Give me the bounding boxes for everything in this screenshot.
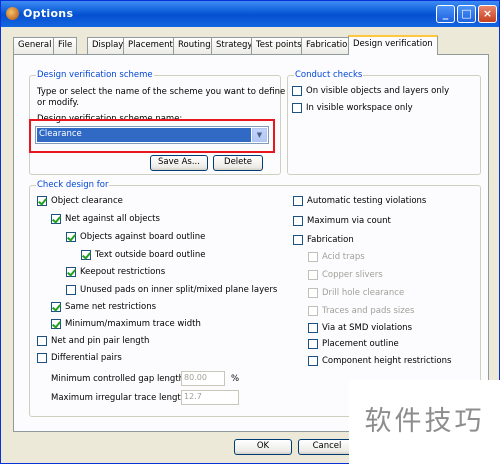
tab-general[interactable]: General (13, 37, 57, 54)
drill-hole-checkbox[interactable]: Drill hole clearance (308, 288, 404, 298)
checkbox-box[interactable] (292, 86, 302, 96)
keepout-checkbox[interactable]: Keepout restrictions (66, 267, 165, 277)
maximize-button[interactable]: □ (457, 5, 476, 23)
tab-placement[interactable]: Placement (123, 37, 178, 54)
max-irregular-label: Maximum irregular trace length: (51, 393, 189, 403)
conduct-group-title: Conduct checks (294, 70, 364, 80)
component-height-checkbox[interactable]: Component height restrictions (308, 356, 451, 366)
min-max-trace-checkbox[interactable]: Minimum/maximum trace width (51, 319, 201, 329)
checkbox-box[interactable] (66, 232, 76, 242)
checkbox-box[interactable] (308, 270, 318, 280)
in-visible-workspace-checkbox[interactable]: In visible workspace only (292, 103, 413, 113)
ok-button[interactable]: OK (234, 439, 292, 455)
tab-design-verification[interactable]: Design verification (348, 35, 438, 55)
fabrication-checkbox[interactable]: Fabrication (293, 235, 354, 245)
differential-pairs-checkbox[interactable]: Differential pairs (37, 353, 122, 363)
checkbox-box[interactable] (51, 319, 61, 329)
checkbox-box[interactable] (293, 196, 303, 206)
checkbox-box[interactable] (66, 267, 76, 277)
min-gap-unit: % (231, 374, 240, 384)
window-title: Options (23, 7, 74, 20)
save-as-button[interactable]: Save As... (150, 155, 208, 171)
checkbox-box[interactable] (66, 285, 76, 295)
checkbox-box[interactable] (308, 252, 318, 262)
checkbox-box[interactable] (308, 339, 318, 349)
acid-traps-checkbox[interactable]: Acid traps (308, 252, 365, 262)
object-clearance-checkbox[interactable]: Object clearance (37, 196, 123, 206)
min-gap-input[interactable]: 80.00 (181, 371, 225, 386)
same-net-checkbox[interactable]: Same net restrictions (51, 302, 156, 312)
scheme-description-line2: or modify. (37, 98, 79, 108)
min-gap-label: Minimum controlled gap length: (51, 374, 187, 384)
tab-file[interactable]: File (53, 37, 78, 54)
max-via-checkbox[interactable]: Maximum via count (293, 216, 391, 226)
delete-button[interactable]: Delete (213, 155, 263, 171)
checkbox-box[interactable] (292, 103, 302, 113)
net-against-all-checkbox[interactable]: Net against all objects (51, 214, 160, 224)
scheme-description-line1: Type or select the name of the scheme yo… (37, 87, 286, 97)
via-smd-checkbox[interactable]: Via at SMD violations (308, 323, 412, 333)
minimize-button[interactable]: _ (436, 5, 455, 23)
unused-pads-checkbox[interactable]: Unused pads on inner split/mixed plane l… (66, 285, 277, 295)
checkbox-box[interactable] (37, 196, 47, 206)
highlight-annotation (29, 119, 275, 153)
objects-board-outline-checkbox[interactable]: Objects against board outline (66, 232, 205, 242)
app-icon (6, 7, 19, 20)
checkbox-box[interactable] (37, 336, 47, 346)
text-outside-board-checkbox[interactable]: Text outside board outline (81, 250, 205, 260)
tab-routing[interactable]: Routing (173, 37, 216, 54)
check-group-title: Check design for (36, 180, 110, 190)
watermark-text: 软件技巧 (349, 380, 500, 464)
checkbox-box[interactable] (308, 288, 318, 298)
net-pin-pair-checkbox[interactable]: Net and pin pair length (37, 336, 149, 346)
on-visible-checkbox[interactable]: On visible objects and layers only (292, 86, 449, 96)
traces-pads-sizes-checkbox[interactable]: Traces and pads sizes (308, 306, 414, 316)
checkbox-box[interactable] (37, 353, 47, 363)
title-bar[interactable]: Options _ □ × (1, 1, 499, 27)
checkbox-box[interactable] (293, 216, 303, 226)
close-button[interactable]: × (478, 5, 497, 23)
tab-test-points[interactable]: Test points (251, 37, 307, 54)
checkbox-box[interactable] (81, 250, 91, 260)
checkbox-box[interactable] (308, 323, 318, 333)
max-irregular-input[interactable]: 12.7 (181, 390, 239, 405)
copper-slivers-checkbox[interactable]: Copper slivers (308, 270, 383, 280)
scheme-group-title: Design verification scheme (36, 70, 154, 80)
checkbox-box[interactable] (308, 356, 318, 366)
checkbox-box[interactable] (293, 235, 303, 245)
cancel-button[interactable]: Cancel (298, 439, 356, 455)
checkbox-box[interactable] (308, 306, 318, 316)
checkbox-box[interactable] (51, 302, 61, 312)
placement-outline-checkbox[interactable]: Placement outline (308, 339, 399, 349)
auto-testing-checkbox[interactable]: Automatic testing violations (293, 196, 426, 206)
checkbox-box[interactable] (51, 214, 61, 224)
